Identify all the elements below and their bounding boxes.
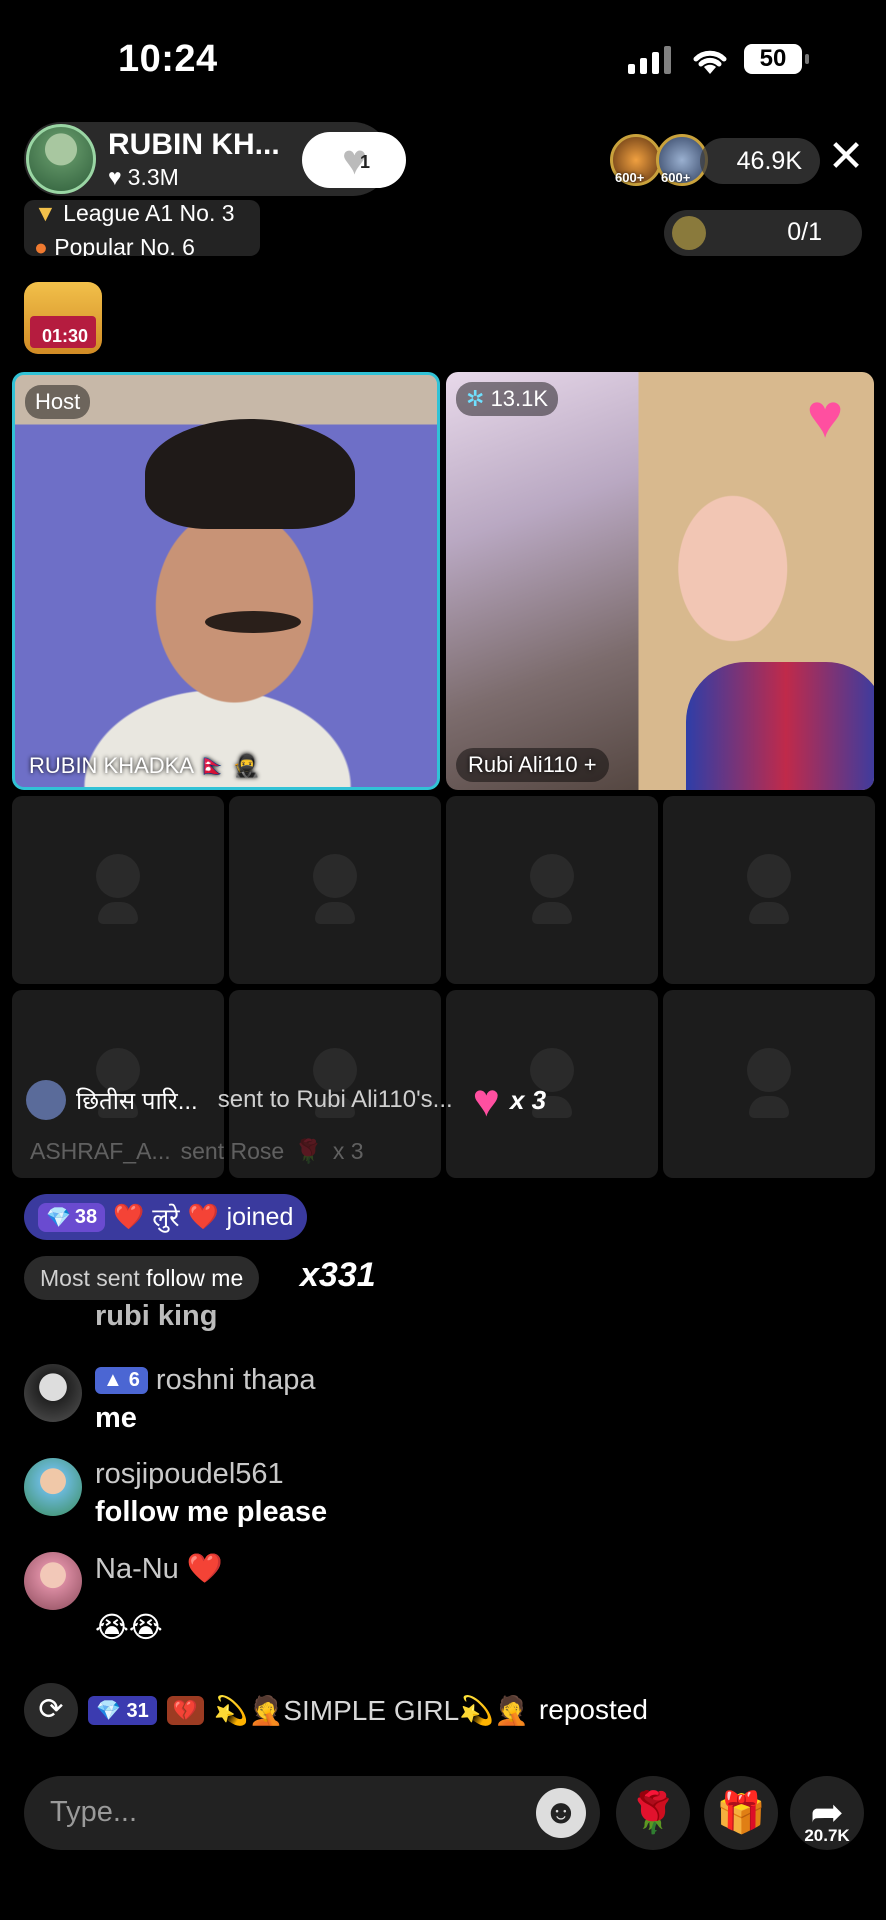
clock: 10:24 — [118, 38, 218, 80]
emoji-icon[interactable]: ☻ — [536, 1788, 586, 1838]
repost-user: 💫🤦SIMPLE GIRL💫🤦 — [213, 1694, 529, 1726]
gift-count: x 3 — [332, 1138, 364, 1164]
heart-icon: ❤️ — [113, 1202, 145, 1231]
heart-icon: ❤️ — [187, 1202, 219, 1231]
repost-action: reposted — [538, 1694, 648, 1725]
rose-icon: 🌹 — [628, 1791, 678, 1835]
gift-sender-avatar — [26, 1080, 66, 1120]
level-badge: 💎 38 — [38, 1202, 106, 1232]
chat-username[interactable]: rosjipoudel561 — [95, 1458, 284, 1491]
viewer-count[interactable]: 46.9K — [700, 138, 820, 184]
level-badge: 💎 31 — [88, 1695, 157, 1725]
joined-text: joined — [226, 1202, 294, 1231]
gift-banner-faded: ASHRAF_A... sent Rose 🌹 x 3 — [30, 1138, 364, 1165]
league-ranking[interactable]: ▼ League A1 No. 3 ● Popular No. 6 — [24, 200, 260, 256]
most-sent-count: x331 — [300, 1256, 376, 1294]
add-icon: + — [583, 752, 597, 777]
heart-icon: ❤️ — [186, 1553, 223, 1585]
chat-message-text: 😭😭 — [95, 1612, 163, 1644]
gift-sender-name: छितीस पारि... — [76, 1087, 198, 1115]
repost-icon[interactable]: ⟳ — [24, 1683, 78, 1737]
joined-user: लुरे — [152, 1204, 180, 1232]
host-name: RUBIN KH... — [108, 128, 280, 161]
share-count: 20.7K — [804, 1826, 850, 1845]
empty-seat[interactable] — [446, 796, 658, 984]
battery-icon: 50 — [744, 44, 809, 74]
fan-badge-icon: 💔 — [166, 1695, 204, 1725]
host-likes: ♥ 3.3M — [108, 164, 179, 191]
chat-avatar[interactable] — [24, 1364, 82, 1422]
popular-rank-text: ● Popular No. 6 — [34, 234, 195, 256]
host-tile-name: RUBIN KHADKA 🇳🇵 🥷 — [29, 753, 260, 778]
most-sent-pill: Most sent follow me — [24, 1256, 260, 1300]
host-video-mustache — [205, 611, 301, 633]
repost-notice: ⟳ 💎 31 💔 💫🤦SIMPLE GIRL💫🤦 reposted — [24, 1682, 648, 1738]
follow-button[interactable]: ♥ 1 — [302, 132, 406, 188]
chat-message-text: rubi king — [95, 1300, 218, 1332]
gift-icon: 🎁 — [716, 1791, 766, 1835]
most-sent-item: follow me — [146, 1265, 244, 1291]
chat-username[interactable]: Na-Nu ❤️ — [95, 1552, 223, 1586]
person-icon — [747, 854, 791, 926]
guest-score-badge: ✲ 13.1K — [456, 382, 559, 416]
heart-icon: ♥ — [108, 164, 122, 190]
gift-button[interactable]: 🎁 — [704, 1776, 778, 1850]
chat-avatar[interactable] — [24, 1458, 82, 1516]
status-bar: 10:24 50 — [0, 0, 886, 120]
wifi-icon — [693, 50, 727, 74]
host-badge: Host — [25, 385, 91, 419]
treasure-chest-icon[interactable]: 01:30 — [24, 282, 102, 354]
person-icon — [96, 854, 140, 926]
rose-gift-button[interactable]: 🌹 — [616, 1776, 690, 1850]
gift-banner: छितीस पारि... sent to Rubi Ali110's... ♥… — [26, 1072, 546, 1128]
person-icon — [313, 854, 357, 926]
follow-count: 1 — [360, 152, 371, 172]
chat-message-text: me — [95, 1402, 137, 1434]
rose-icon: 🌹 — [294, 1138, 323, 1164]
host-avatar[interactable] — [26, 124, 96, 194]
gift-sender-name: ASHRAF_A... — [30, 1138, 171, 1164]
gift-text: sent Rose — [180, 1138, 285, 1164]
share-button[interactable]: ➦ 20.7K — [790, 1776, 864, 1850]
close-icon[interactable]: ✕ — [826, 135, 866, 179]
empty-seat[interactable] — [12, 796, 224, 984]
heart-gift-icon: ♥ — [472, 1074, 500, 1126]
host-video-hair — [145, 419, 355, 529]
gift-text: sent to Rubi Ali110's... — [217, 1086, 453, 1113]
chat-message-text: follow me please — [95, 1496, 328, 1528]
viewer-badge: 600+ — [661, 170, 691, 185]
goal-icon — [672, 216, 706, 250]
comment-placeholder: Type... — [50, 1796, 138, 1828]
treasure-timer: 01:30 — [42, 326, 89, 346]
person-icon — [530, 854, 574, 926]
most-sent-label: Most sent — [40, 1265, 140, 1291]
guest-tile-name[interactable]: Rubi Ali110 + — [456, 748, 609, 782]
gift-count: x 3 — [509, 1084, 547, 1115]
empty-seat[interactable] — [663, 796, 875, 984]
rank-badge: ▲ 6 — [95, 1367, 148, 1394]
chat-username[interactable]: ▲ 6 roshni thapa — [95, 1364, 316, 1397]
empty-seat[interactable] — [229, 796, 441, 984]
goal-progress-text: 0/1 — [787, 218, 822, 246]
star-icon: ✲ — [466, 386, 485, 411]
league-rank-text: ▼ League A1 No. 3 — [34, 200, 235, 226]
person-icon — [747, 1048, 791, 1120]
guest-video-dress — [686, 662, 874, 790]
guest-video-tile[interactable]: ✲ 13.1K ♥ Rubi Ali110 + — [446, 372, 874, 790]
signal-icon — [628, 46, 671, 74]
top-viewer-avatar[interactable]: 600+ — [610, 134, 662, 186]
viewer-badge: 600+ — [615, 170, 645, 185]
empty-seat[interactable] — [663, 990, 875, 1178]
host-info-pill[interactable]: RUBIN KH... ♥ 3.3M ♥ 1 — [24, 122, 406, 196]
heart-sticker-icon: ♥ — [806, 382, 844, 451]
comment-input[interactable]: Type... ☻ — [24, 1776, 600, 1850]
viewers-pill[interactable]: 600+ 600+ 46.9K — [610, 134, 830, 188]
diamond-icon: 💎 — [46, 1206, 71, 1229]
chat-avatar[interactable] — [24, 1552, 82, 1610]
triangle-icon: ▲ — [103, 1369, 123, 1391]
host-video-tile[interactable]: Host RUBIN KHADKA 🇳🇵 🥷 — [12, 372, 440, 790]
host-likes-count: 3.3M — [127, 164, 179, 190]
joined-notice: 💎 38 ❤️ लुरे ❤️ joined — [24, 1194, 308, 1240]
goal-progress-pill[interactable]: 0/1 — [664, 210, 862, 256]
